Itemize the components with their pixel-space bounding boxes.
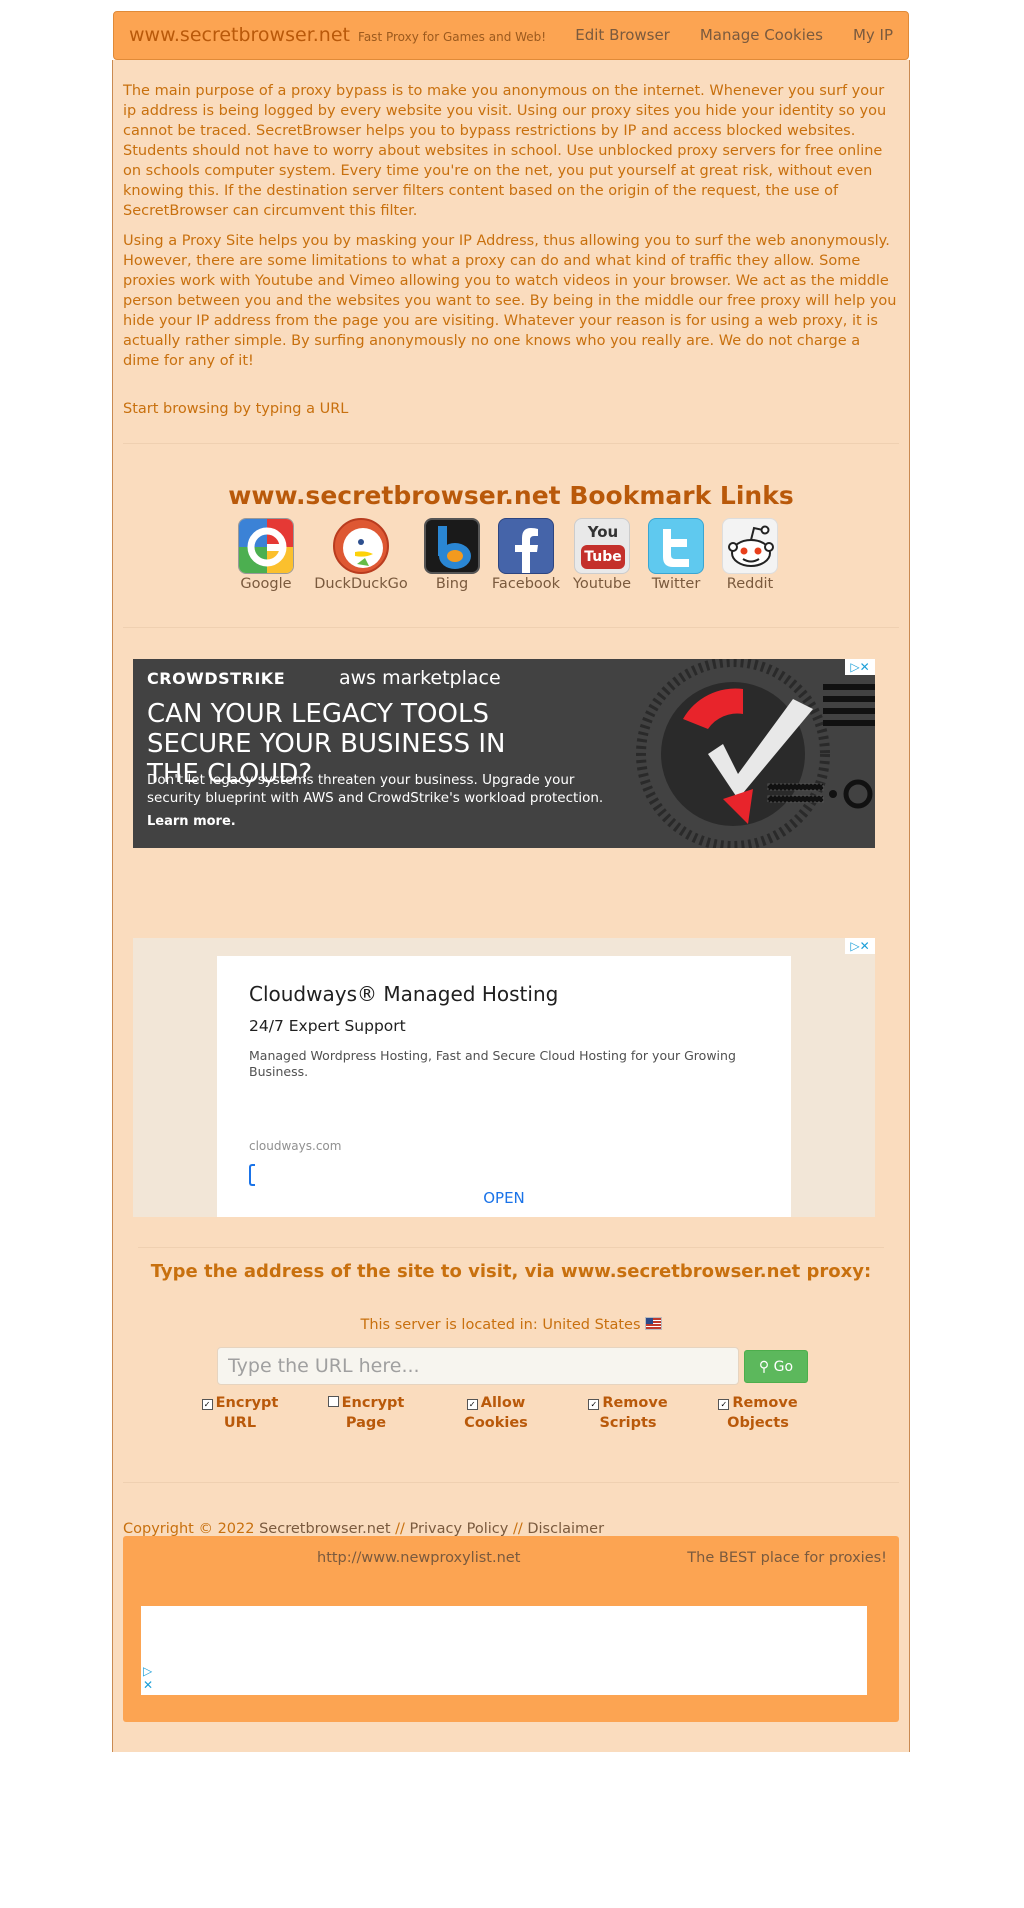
bing-icon <box>424 518 480 574</box>
location-label: This server is located in: <box>360 1317 538 1333</box>
server-location: This server is located in: United States <box>113 1317 909 1333</box>
divider <box>123 1482 899 1483</box>
divider <box>123 627 899 628</box>
top-navbar: www.secretbrowser.net Fast Proxy for Gam… <box>113 11 909 60</box>
option-label: URL <box>223 1415 257 1431</box>
option-label: Remove <box>732 1395 798 1411</box>
remove-objects-checkbox[interactable]: ✓ <box>718 1399 730 1410</box>
bookmark-label: DuckDuckGo <box>314 576 408 592</box>
ad-choices-icon[interactable]: ▷✕ <box>845 659 875 675</box>
nav-edit-browser[interactable]: Edit Browser <box>560 12 685 59</box>
proxy-form-title: Type the address of the site to visit, v… <box>150 1261 872 1282</box>
youtube-tube-text: Tube <box>581 545 625 569</box>
ad-choices-icon[interactable]: ▷✕ <box>845 938 875 954</box>
footer-ad[interactable]: ▷ ✕ <box>141 1606 867 1695</box>
option-label: Encrypt <box>341 1395 405 1411</box>
option-allow-cookies[interactable]: ✓ Allow Cookies <box>436 1393 556 1433</box>
bookmark-facebook[interactable]: Facebook <box>489 518 563 592</box>
copyright-text: Copyright © 2022 <box>123 1521 255 1537</box>
start-browsing-text: Start browsing by typing a URL <box>123 401 349 417</box>
cloudways-ad-subtitle: 24/7 Expert Support <box>249 1017 406 1035</box>
encrypt-url-checkbox[interactable]: ✓ <box>201 1399 213 1410</box>
newproxylist-link[interactable]: http://www.newproxylist.net <box>317 1550 520 1566</box>
youtube-icon: You Tube <box>574 518 630 574</box>
cloudways-open-button[interactable]: OPEN <box>217 1189 791 1207</box>
bookmark-label: Twitter <box>651 576 701 592</box>
option-label: Allow <box>480 1395 526 1411</box>
bookmark-google[interactable]: Google <box>233 518 299 592</box>
nav-manage-cookies[interactable]: Manage Cookies <box>685 12 838 59</box>
crowdstrike-ad-banner[interactable]: CROWDSTRIKE aws marketplace CAN YOUR LEG… <box>133 659 875 848</box>
cloudways-ad-description: Managed Wordpress Hosting, Fast and Secu… <box>249 1048 736 1079</box>
brand-tagline: Fast Proxy for Games and Web! <box>358 30 547 44</box>
option-remove-objects[interactable]: ✓ Remove Objects <box>698 1393 818 1433</box>
cloudways-ad-url[interactable]: cloudways.com <box>249 1139 341 1153</box>
ad-body-text: Don't let legacy systems threaten your b… <box>147 772 604 806</box>
option-remove-scripts[interactable]: ✓ Remove Scripts <box>568 1393 688 1433</box>
disclaimer-link[interactable]: Disclaimer <box>527 1521 604 1537</box>
bookmark-label: Bing <box>435 576 469 592</box>
reddit-icon <box>722 518 778 574</box>
option-label: Cookies <box>464 1415 528 1431</box>
cloudways-ad-title[interactable]: Cloudways® Managed Hosting <box>249 982 558 1006</box>
bookmark-youtube[interactable]: You Tube Youtube <box>569 518 635 592</box>
option-label: Encrypt <box>215 1395 279 1411</box>
nav-my-ip[interactable]: My IP <box>838 12 908 59</box>
aws-marketplace-logo: aws marketplace <box>339 667 501 689</box>
youtube-you-text: You <box>587 523 619 541</box>
bookmark-label: Facebook <box>491 576 561 592</box>
ad-choices-icon[interactable]: ▷✕ <box>143 1664 153 1692</box>
crowdstrike-logo: CROWDSTRIKE <box>147 669 286 688</box>
separator: // <box>512 1521 523 1537</box>
google-icon <box>238 518 294 574</box>
duckduckgo-icon <box>333 518 389 574</box>
ad-bracket-decoration <box>249 1164 255 1186</box>
brand-name[interactable]: www.secretbrowser.net <box>129 24 350 46</box>
encrypt-page-checkbox[interactable] <box>327 1396 339 1407</box>
learn-more-link[interactable]: Learn more. <box>147 814 236 829</box>
separator: // <box>395 1521 405 1537</box>
divider <box>123 443 899 444</box>
divider <box>138 1247 884 1248</box>
intro-paragraph-2: Using a Proxy Site helps you by masking … <box>123 233 897 369</box>
cloudways-ad-card[interactable]: Cloudways® Managed Hosting 24/7 Expert S… <box>217 956 791 1217</box>
bookmark-label: Google <box>240 576 292 592</box>
bookmarks-title: www.secretbrowser.net Bookmark Links <box>228 481 794 510</box>
site-link[interactable]: Secretbrowser.net <box>259 1521 390 1537</box>
bookmark-twitter[interactable]: Twitter <box>643 518 709 592</box>
bookmark-label: Youtube <box>573 576 631 592</box>
brand-link[interactable]: www.secretbrowser.net Fast Proxy for Gam… <box>129 24 546 46</box>
search-icon: ⚲ <box>758 1359 770 1375</box>
intro-paragraph-1: The main purpose of a proxy bypass is to… <box>123 83 887 219</box>
go-label: Go <box>773 1359 794 1375</box>
facebook-icon <box>498 518 554 574</box>
option-label: Scripts <box>599 1415 657 1431</box>
bookmark-reddit[interactable]: Reddit <box>717 518 783 592</box>
option-label: Page <box>345 1415 387 1431</box>
option-label: Remove <box>602 1395 668 1411</box>
url-input[interactable] <box>217 1347 739 1385</box>
remove-scripts-checkbox[interactable]: ✓ <box>588 1399 600 1410</box>
footer-bar: http://www.newproxylist.net The BEST pla… <box>123 1536 899 1722</box>
main-panel: The main purpose of a proxy bypass is to… <box>112 60 910 1752</box>
option-label: Objects <box>727 1415 789 1431</box>
us-flag-icon <box>644 1317 662 1330</box>
footer-tagline: The BEST place for proxies! <box>687 1550 887 1566</box>
option-encrypt-url[interactable]: ✓ Encrypt URL <box>180 1393 300 1433</box>
option-encrypt-page[interactable]: Encrypt Page <box>306 1393 426 1433</box>
go-button[interactable]: ⚲ Go <box>744 1350 808 1383</box>
copyright-line: Copyright © 2022 Secretbrowser.net // Pr… <box>123 1521 604 1537</box>
privacy-policy-link[interactable]: Privacy Policy <box>410 1521 509 1537</box>
ad-graphic <box>636 659 875 848</box>
bookmark-bing[interactable]: Bing <box>419 518 485 592</box>
location-value: United States <box>542 1317 641 1333</box>
bookmark-label: Reddit <box>726 576 774 592</box>
allow-cookies-checkbox[interactable]: ✓ <box>466 1399 478 1410</box>
nav-links: Edit Browser Manage Cookies My IP <box>560 12 908 59</box>
bookmark-duckduckgo[interactable]: DuckDuckGo <box>311 518 411 592</box>
twitter-icon <box>648 518 704 574</box>
cloudways-ad[interactable]: Cloudways® Managed Hosting 24/7 Expert S… <box>133 938 875 1217</box>
